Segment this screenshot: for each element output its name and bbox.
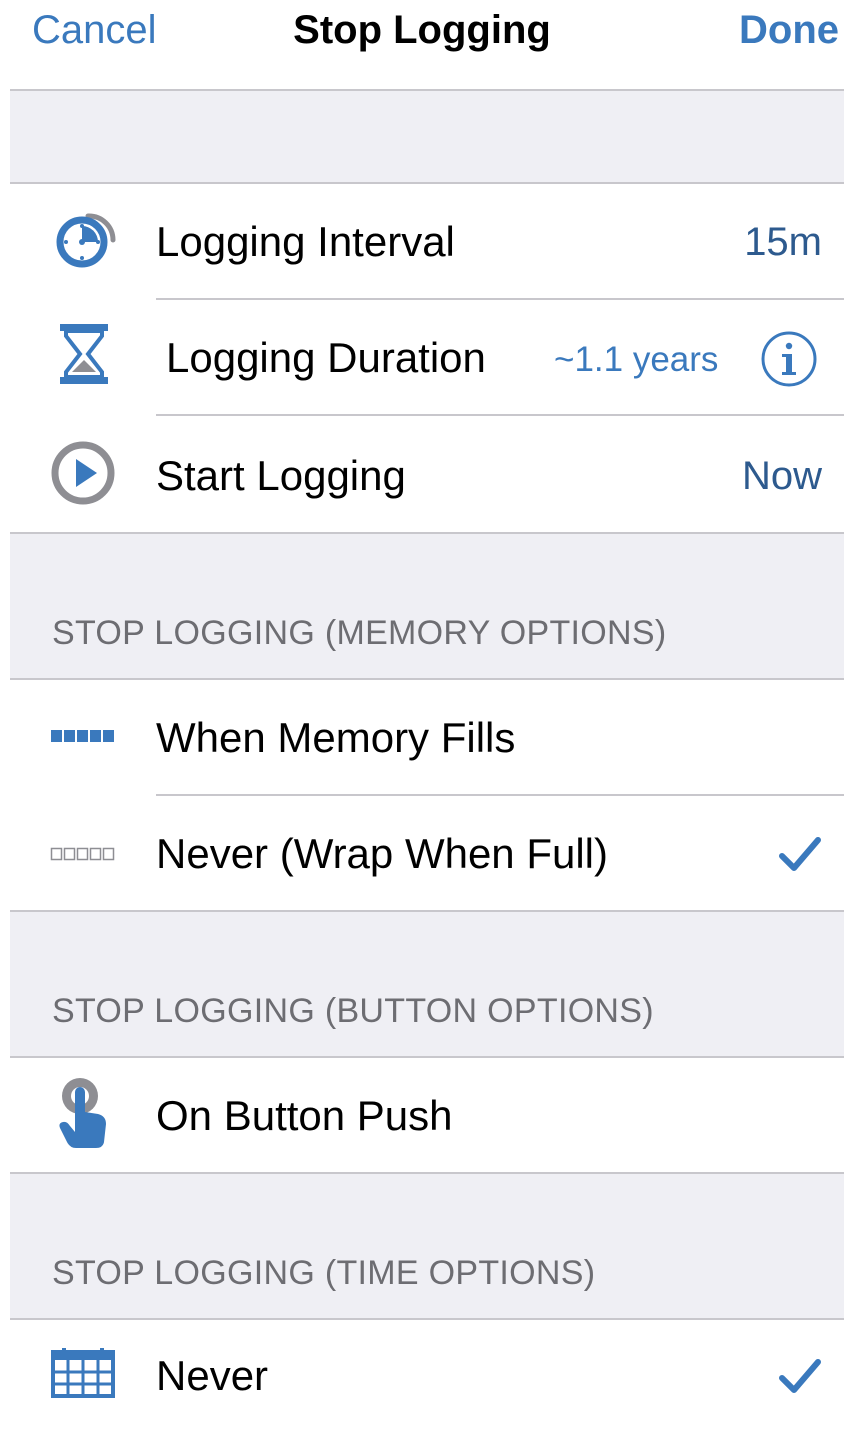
button-options-section bbox=[10, 912, 844, 1056]
time-never-label: Never bbox=[156, 1352, 269, 1399]
start-logging-row[interactable]: Start Logging Now bbox=[10, 416, 844, 530]
checkmark-icon bbox=[778, 834, 822, 879]
calendar-icon bbox=[50, 1348, 116, 1403]
start-logging-label: Start Logging bbox=[156, 452, 406, 499]
time-options-header: STOP LOGGING (TIME OPTIONS) bbox=[52, 1254, 596, 1292]
info-icon[interactable] bbox=[760, 330, 818, 393]
hourglass-icon bbox=[56, 322, 112, 391]
button-options-header: STOP LOGGING (BUTTON OPTIONS) bbox=[52, 992, 654, 1030]
logging-interval-label: Logging Interval bbox=[156, 218, 455, 265]
logging-duration-value: ~1.1 years bbox=[554, 340, 719, 379]
cancel-button[interactable]: Cancel bbox=[32, 8, 157, 53]
play-icon bbox=[50, 440, 116, 511]
when-memory-fills-label: When Memory Fills bbox=[156, 714, 516, 761]
group-spacer bbox=[10, 91, 844, 182]
memory-options-section bbox=[10, 534, 844, 678]
on-button-push-row[interactable]: On Button Push bbox=[10, 1058, 844, 1172]
logging-interval-row[interactable]: Logging Interval 15m bbox=[10, 184, 844, 298]
memory-wrap-icon bbox=[50, 844, 116, 869]
memory-options-header: STOP LOGGING (MEMORY OPTIONS) bbox=[52, 614, 667, 652]
logging-interval-value: 15m bbox=[744, 220, 822, 264]
start-logging-value: Now bbox=[741, 454, 822, 498]
done-button[interactable]: Done bbox=[739, 8, 839, 53]
never-wrap-row[interactable]: Never (Wrap When Full) bbox=[10, 796, 844, 910]
logging-duration-label: Logging Duration bbox=[166, 334, 486, 381]
memory-full-icon bbox=[50, 726, 116, 751]
never-wrap-label: Never (Wrap When Full) bbox=[156, 830, 608, 877]
on-button-push-label: On Button Push bbox=[156, 1092, 453, 1139]
time-options-section bbox=[10, 1174, 844, 1318]
when-memory-fills-row[interactable]: When Memory Fills bbox=[10, 680, 844, 794]
checkmark-icon bbox=[778, 1356, 822, 1401]
time-never-row[interactable]: Never bbox=[10, 1320, 844, 1434]
navigation-bar: Stop Logging Cancel Done bbox=[0, 0, 844, 90]
logging-duration-row[interactable]: Logging Duration ~1.1 years bbox=[10, 300, 844, 414]
button-push-icon bbox=[54, 1074, 114, 1155]
clock-interval-icon bbox=[50, 206, 116, 277]
